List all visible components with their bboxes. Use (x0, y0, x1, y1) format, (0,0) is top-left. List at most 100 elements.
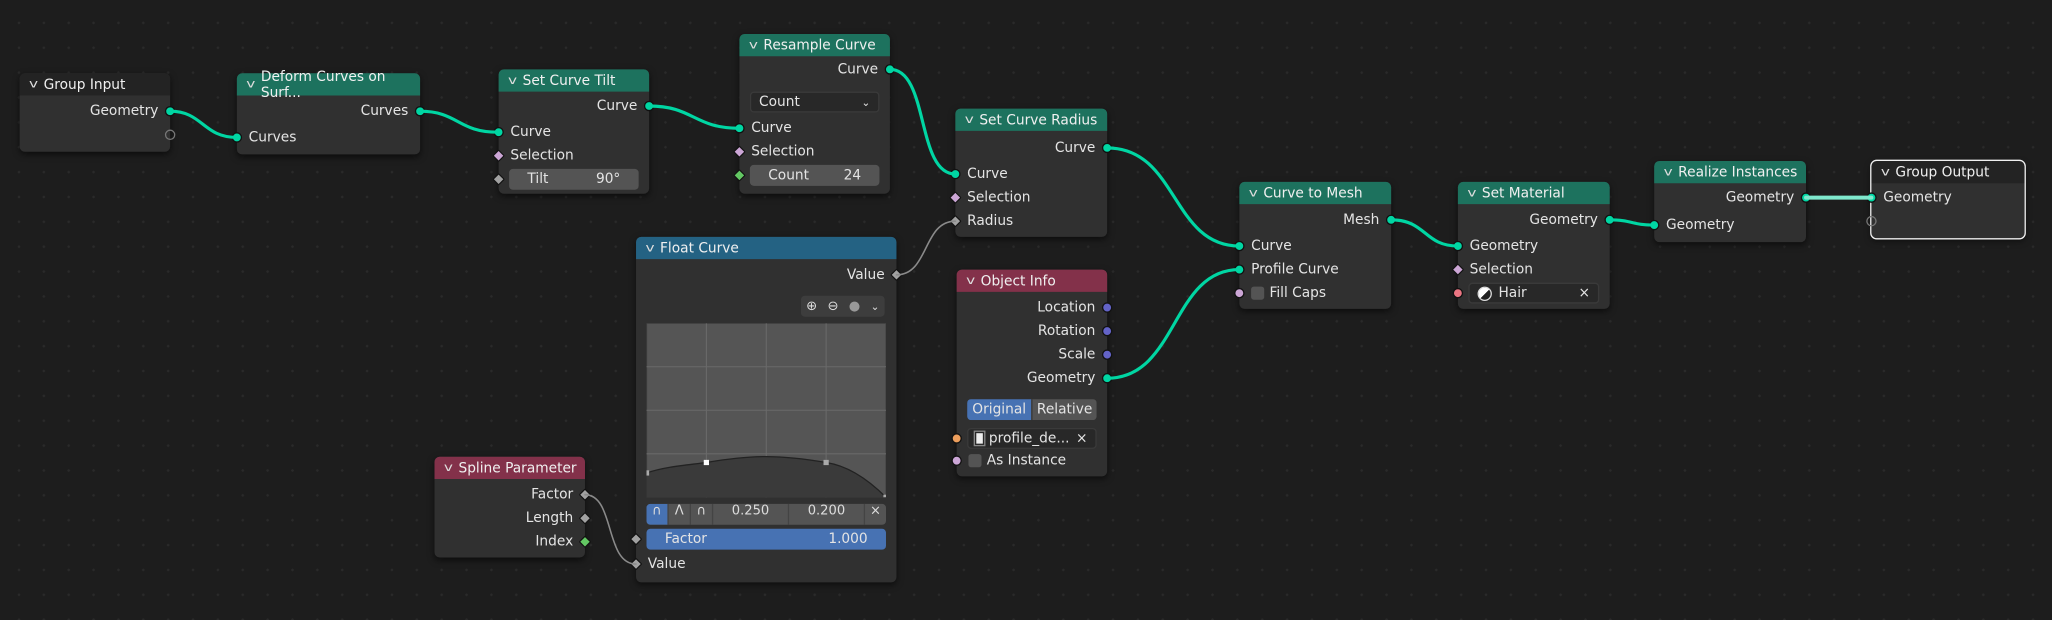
count-field[interactable]: Count 24 (749, 164, 880, 186)
node-group-input[interactable]: v Group Input Geometry (19, 73, 176, 152)
node-spline-parameter[interactable]: v Spline Parameter Factor Length Index (434, 456, 592, 558)
selection-socket[interactable] (733, 145, 746, 159)
geometry-socket[interactable] (1800, 192, 1812, 203)
material-field[interactable]: Hair × (1468, 282, 1600, 304)
curve-graph[interactable] (646, 323, 886, 498)
material-socket[interactable] (1452, 287, 1464, 299)
geometry-socket[interactable] (414, 106, 426, 117)
object-field[interactable]: profile_de... × (967, 427, 1097, 449)
node-header[interactable]: v Deform Curves on Surf... (236, 69, 421, 100)
chevron-down-icon[interactable]: ⌄ (871, 300, 880, 312)
chevron-down-icon[interactable]: v (966, 274, 975, 287)
geometry-socket[interactable] (1234, 240, 1245, 252)
geometry-socket[interactable] (643, 100, 655, 112)
node-deform-curves[interactable]: v Deform Curves on Surf... Curves Curves (231, 69, 426, 155)
node-set-curve-radius[interactable]: v Set Curve Radius Curve Curve Selection … (949, 108, 1113, 237)
float-socket[interactable] (890, 268, 903, 282)
int-socket[interactable] (733, 169, 746, 182)
clear-icon[interactable]: × (1579, 285, 1591, 301)
node-resample-curve[interactable]: v Resample Curve Curve Count ⌄ Curve Selec… (733, 34, 896, 194)
chevron-down-icon[interactable]: v (1664, 166, 1673, 179)
clip-icon[interactable]: ● (849, 299, 860, 313)
chevron-down-icon[interactable]: v (1249, 186, 1258, 199)
float-socket[interactable] (578, 488, 592, 501)
empty-socket[interactable] (164, 129, 176, 141)
object-socket[interactable] (951, 433, 962, 444)
node-set-material[interactable]: v Set Material Geometry Geometry Selectio… (1451, 181, 1615, 309)
chevron-down-icon[interactable]: v (965, 113, 974, 126)
node-header[interactable]: v Object Info (956, 269, 1108, 292)
tilt-field[interactable]: Tilt 90° (509, 168, 639, 190)
point-y-field[interactable]: 0.200 (787, 503, 864, 525)
geometry-socket[interactable] (164, 106, 176, 117)
float-socket[interactable] (629, 532, 643, 546)
node-group-output[interactable]: v Group Output Geometry (1866, 159, 2026, 240)
empty-socket[interactable] (1866, 215, 1877, 227)
chevron-down-icon[interactable]: v (749, 39, 758, 52)
float-socket[interactable] (629, 557, 643, 571)
original-button[interactable]: Original (967, 399, 1032, 421)
node-header[interactable]: v Set Curve Tilt (498, 69, 650, 92)
chevron-down-icon[interactable]: v (29, 78, 38, 91)
chevron-down-icon[interactable]: v (444, 461, 453, 474)
selection-socket[interactable] (949, 191, 962, 204)
node-header[interactable]: v Resample Curve (739, 34, 890, 57)
chevron-down-icon[interactable]: v (246, 78, 255, 91)
delete-point-icon[interactable]: × (863, 503, 886, 525)
geometry-socket[interactable] (1101, 142, 1113, 154)
clear-icon[interactable]: × (1076, 431, 1088, 447)
zoom-in-icon[interactable]: ⊕ (806, 299, 817, 313)
geometry-socket[interactable] (1234, 264, 1245, 275)
boolean-socket[interactable] (951, 455, 962, 466)
boolean-socket[interactable] (1234, 287, 1245, 299)
node-set-curve-tilt[interactable]: v Set Curve Tilt Curve Curve Selection Ti… (492, 69, 655, 194)
as-instance-checkbox[interactable] (968, 454, 982, 468)
int-socket[interactable] (578, 535, 592, 549)
selection-socket[interactable] (1451, 263, 1465, 276)
mode-dropdown[interactable]: Count ⌄ (749, 91, 880, 113)
float-socket[interactable] (578, 511, 592, 525)
node-object-info[interactable]: v Object Info Location Rotation Scale Geo… (951, 269, 1113, 477)
float-socket[interactable] (492, 172, 505, 186)
geometry-socket[interactable] (1604, 214, 1615, 226)
relative-button[interactable]: Relative (1031, 399, 1097, 421)
vector-socket[interactable] (1101, 325, 1113, 337)
selection-socket[interactable] (492, 149, 505, 163)
vector-socket[interactable] (1101, 349, 1113, 360)
geometry-socket[interactable] (1866, 192, 1877, 203)
chevron-down-icon[interactable]: v (1467, 186, 1476, 199)
node-header[interactable]: v Set Curve Radius (955, 108, 1108, 131)
chevron-down-icon[interactable]: v (645, 241, 654, 254)
point-x-field[interactable]: 0.250 (711, 503, 788, 525)
vector-socket[interactable] (1101, 302, 1113, 313)
node-header[interactable]: v Set Material (1457, 181, 1610, 205)
node-header[interactable]: v Group Input (19, 73, 171, 96)
geometry-socket[interactable] (1101, 372, 1113, 384)
float-socket[interactable] (949, 214, 962, 228)
geometry-socket[interactable] (1648, 219, 1660, 231)
node-header[interactable]: v Float Curve (636, 236, 897, 260)
geometry-socket[interactable] (1385, 214, 1397, 226)
geometry-socket[interactable] (884, 64, 896, 75)
node-header[interactable]: v Curve to Mesh (1239, 181, 1392, 205)
auto-clamped-icon[interactable]: ∩ (689, 503, 712, 525)
zoom-out-icon[interactable]: ⊖ (827, 299, 838, 313)
chevron-down-icon[interactable]: v (1881, 166, 1890, 179)
factor-field[interactable]: Factor 1.000 (646, 528, 886, 550)
chevron-down-icon[interactable]: v (508, 74, 517, 87)
node-header[interactable]: v Realize Instances (1654, 160, 1807, 184)
node-header[interactable]: v Spline Parameter (434, 456, 585, 479)
auto-handle-icon[interactable]: ∩ (646, 503, 668, 525)
node-editor-canvas[interactable]: v Group Input Geometry v Deform Curves on … (0, 0, 2052, 620)
geometry-socket[interactable] (1452, 240, 1464, 252)
fill-caps-checkbox[interactable] (1251, 286, 1265, 300)
geometry-socket[interactable] (493, 126, 504, 138)
node-header[interactable]: v Group Output (1871, 160, 2025, 184)
node-curve-to-mesh[interactable]: v Curve to Mesh Mesh Curve Profile Curve … (1234, 181, 1397, 309)
geometry-socket[interactable] (231, 132, 243, 143)
geometry-socket[interactable] (734, 123, 745, 134)
vector-handle-icon[interactable]: Λ (667, 503, 689, 525)
node-realize-instances[interactable]: v Realize Instances Geometry Geometry (1648, 160, 1812, 243)
node-float-curve[interactable]: v Float Curve Value ⊕ ⊖ ● ⌄ ∩ Λ ∩ 0.250 0.20… (629, 236, 903, 583)
geometry-socket[interactable] (950, 168, 961, 180)
